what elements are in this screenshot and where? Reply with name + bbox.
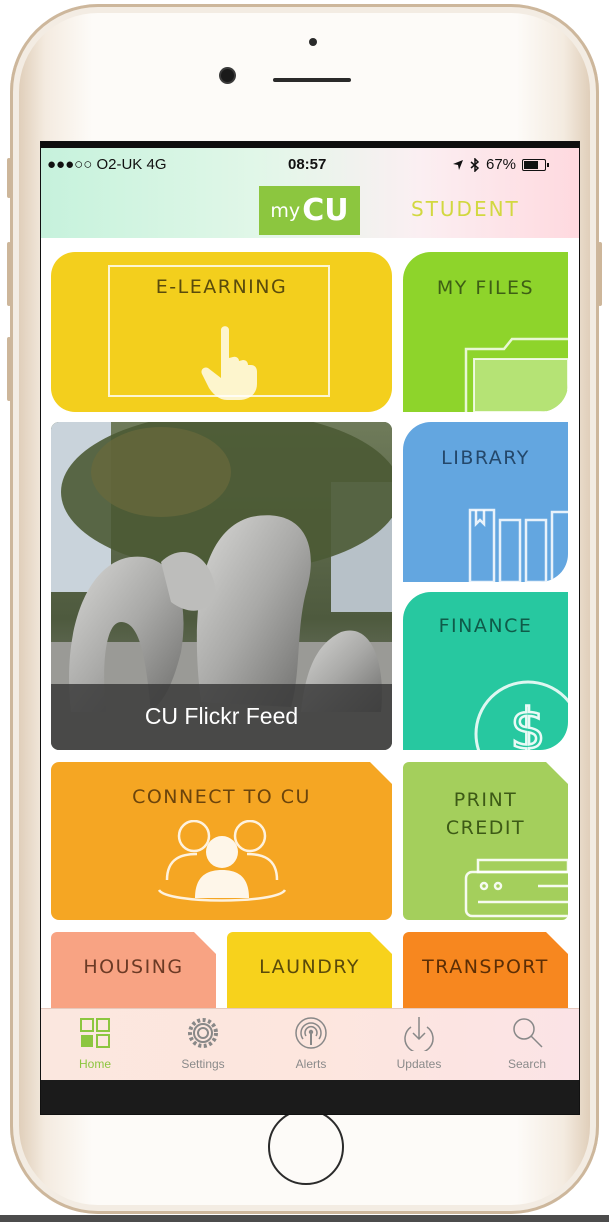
carrier-signal: ●●●○○ O2-UK 4G [47, 156, 167, 173]
tab-home[interactable]: Home [41, 1009, 149, 1081]
svg-text:$: $ [510, 697, 546, 750]
tile-print-credit[interactable]: PRINT CREDIT [403, 762, 568, 920]
hand-pointer-icon [201, 326, 257, 400]
dog-ear-corner [546, 762, 568, 784]
dog-ear-corner [546, 932, 568, 954]
volume-down-button [7, 337, 11, 401]
tile-print-line2: CREDIT [445, 817, 526, 839]
volume-up-button [7, 242, 11, 306]
tile-transport-label: TRANSPORT [422, 956, 549, 978]
dog-ear-corner [370, 762, 392, 784]
tile-laundry[interactable]: LAUNDRY [227, 932, 392, 1008]
download-icon [404, 1017, 434, 1051]
tab-settings-label: Settings [181, 1057, 225, 1071]
gear-icon [188, 1018, 218, 1048]
tile-transport[interactable]: TRANSPORT [403, 932, 568, 1008]
tile-elearning-label: E-LEARNING [155, 276, 288, 298]
tab-bar: Home Settings Alerts Updates Search [41, 1008, 579, 1081]
app-screen: ●●●○○ O2-UK 4G 08:57 67% my CU STUDENT E-… [40, 141, 580, 1115]
mute-switch [7, 158, 11, 198]
books-icon [468, 508, 568, 582]
tile-housing[interactable]: HOUSING [51, 932, 216, 1008]
people-icon [157, 820, 287, 902]
proximity-sensor [309, 38, 317, 46]
tile-connect-to-cu[interactable]: CONNECT TO CU [51, 762, 392, 920]
bluetooth-icon [470, 157, 480, 172]
tile-my-files-label: MY FILES [436, 277, 535, 299]
search-icon [513, 1018, 543, 1048]
earpiece-speaker [273, 78, 351, 82]
battery-percent: 67% [486, 156, 517, 173]
tile-laundry-label: LAUNDRY [259, 956, 360, 978]
dog-ear-corner [370, 932, 392, 954]
folder-icon [464, 337, 568, 412]
tab-alerts[interactable]: Alerts [257, 1009, 365, 1081]
tile-flickr-caption: CU Flickr Feed [51, 684, 392, 750]
battery-icon [522, 158, 550, 171]
tab-settings[interactable]: Settings [149, 1009, 257, 1081]
dollar-icon: $ [474, 680, 568, 750]
printer-icon [464, 858, 568, 918]
front-camera [221, 69, 234, 82]
tab-search[interactable]: Search [473, 1009, 579, 1081]
screen-bottom-edge [41, 1080, 579, 1114]
power-button [598, 242, 602, 306]
grid-home-icon [80, 1018, 110, 1048]
status-time: 08:57 [288, 156, 327, 173]
tab-alerts-label: Alerts [295, 1057, 327, 1071]
logo-cu: CU [302, 193, 349, 228]
tile-print-line1: PRINT [453, 789, 518, 811]
broadcast-icon [295, 1017, 327, 1049]
status-right: 67% [452, 156, 550, 173]
tab-updates-label: Updates [396, 1057, 442, 1071]
dog-ear-corner [194, 932, 216, 954]
mycu-logo: my CU [259, 186, 360, 235]
tile-library-label: LIBRARY [441, 447, 530, 469]
tile-flickr-feed[interactable]: CU Flickr Feed [51, 422, 392, 750]
role-label[interactable]: STUDENT [411, 197, 520, 221]
tile-library[interactable]: LIBRARY [403, 422, 568, 582]
bottom-strip [0, 1215, 609, 1222]
tile-finance-label: FINANCE [438, 615, 533, 637]
tile-connect-label: CONNECT TO CU [132, 786, 311, 808]
logo-my: my [270, 199, 301, 222]
tile-elearning[interactable]: E-LEARNING [51, 252, 392, 412]
tile-grid: E-LEARNING MY FILES CU Flickr Feed LIBRA… [41, 238, 579, 1008]
tile-print-label: PRINT CREDIT [403, 786, 568, 842]
tab-home-label: Home [78, 1057, 111, 1071]
tile-housing-label: HOUSING [83, 956, 184, 978]
home-button[interactable] [268, 1109, 344, 1185]
tab-search-label: Search [507, 1057, 547, 1071]
tile-finance[interactable]: FINANCE $ [403, 592, 568, 750]
tile-my-files[interactable]: MY FILES [403, 252, 568, 412]
top-bar: ●●●○○ O2-UK 4G 08:57 67% my CU STUDENT [41, 142, 579, 238]
location-arrow-icon [453, 159, 463, 170]
tab-updates[interactable]: Updates [365, 1009, 473, 1081]
